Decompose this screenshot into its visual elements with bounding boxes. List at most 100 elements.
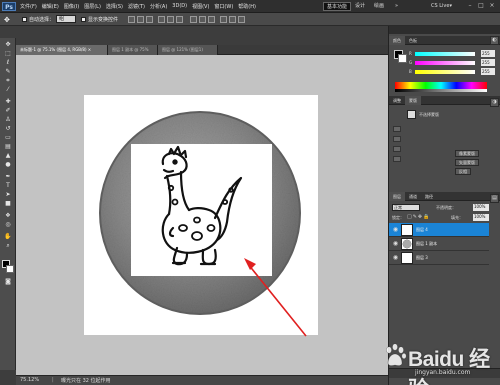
menu-item[interactable]: 文件(F)	[20, 3, 37, 10]
dock-color-icon[interactable]: ◐	[490, 36, 499, 45]
auto-select-checkbox[interactable]	[22, 17, 27, 22]
distribute-left-icon[interactable]	[220, 16, 227, 23]
tab-paths[interactable]: 路径	[421, 194, 437, 199]
tab-channels[interactable]: 通道	[405, 194, 421, 199]
menu-item[interactable]: 视图(V)	[192, 3, 209, 10]
distribute-bottom-icon[interactable]	[208, 16, 215, 23]
tab-layers[interactable]: 图层	[389, 192, 405, 201]
color-bg-swatch[interactable]	[398, 54, 407, 63]
vector-mask-icon[interactable]	[393, 136, 401, 142]
tab-document-2[interactable]: 图层 1 副本 @ 75%	[108, 45, 158, 55]
tab-color[interactable]: 颜色	[389, 36, 405, 45]
menu-item[interactable]: 3D(D)	[172, 3, 187, 10]
distribute-right-icon[interactable]	[238, 16, 245, 23]
type-tool-icon[interactable]: T	[4, 182, 12, 189]
lasso-tool-icon[interactable]: ℓ	[4, 59, 12, 66]
align-bottom-icon[interactable]	[146, 16, 153, 23]
auto-select-dropdown[interactable]: 组	[56, 15, 76, 23]
tab-document-3[interactable]: 图层 @ 121% (图层1)	[158, 45, 218, 55]
invert-button[interactable]: 反相	[455, 168, 471, 175]
shape-tool-icon[interactable]: ■	[4, 200, 12, 207]
history-brush-tool-icon[interactable]: ↺	[4, 125, 12, 132]
eye-icon[interactable]: ◉	[392, 254, 399, 261]
menu-item[interactable]: 滤镜(T)	[128, 3, 145, 10]
menu-item[interactable]: 窗口(W)	[214, 3, 233, 10]
move-tool-icon[interactable]: ✥	[4, 16, 13, 24]
dock-layers-icon[interactable]: ▤	[490, 194, 499, 203]
background-color-swatch[interactable]	[6, 265, 14, 273]
hand-tool-icon[interactable]: ✋	[4, 233, 12, 240]
pixel-mask-icon[interactable]	[393, 126, 401, 132]
healing-brush-tool-icon[interactable]: ✚	[4, 98, 12, 105]
menu-item[interactable]: 帮助(H)	[238, 3, 256, 10]
menu-item[interactable]: 编辑(E)	[42, 3, 59, 10]
layer-row[interactable]: ◉ 图层 1 副本	[389, 237, 489, 251]
blur-tool-icon[interactable]: ▲	[4, 152, 12, 159]
tab-swatches[interactable]: 色板	[405, 38, 421, 43]
3d-orbit-tool-icon[interactable]: ◎	[4, 221, 12, 228]
grayscale-ramp[interactable]	[395, 89, 487, 92]
move-tool-icon[interactable]: ✥	[4, 41, 12, 48]
workspace-painting-button[interactable]: 绘画	[371, 2, 387, 11]
menu-item[interactable]: 图层(L)	[84, 3, 101, 10]
feather-icon[interactable]	[393, 156, 401, 162]
eraser-tool-icon[interactable]: ▭	[4, 134, 12, 141]
clone-stamp-tool-icon[interactable]: ♙	[4, 116, 12, 123]
dodge-tool-icon[interactable]: ●	[4, 161, 12, 168]
align-hcenter-icon[interactable]	[167, 16, 174, 23]
maximize-icon[interactable]: □	[477, 2, 485, 10]
quick-select-tool-icon[interactable]: ✎	[4, 68, 12, 75]
distribute-center-icon[interactable]	[199, 16, 206, 23]
3d-rotate-tool-icon[interactable]: ❖	[4, 212, 12, 219]
pen-tool-icon[interactable]: ✒	[4, 173, 12, 180]
marquee-tool-icon[interactable]: ⬚	[4, 50, 12, 57]
gradient-tool-icon[interactable]: ▤	[4, 143, 12, 150]
align-top-icon[interactable]	[128, 16, 135, 23]
opacity-input[interactable]: 100%	[473, 204, 489, 211]
brush-tool-icon[interactable]: ✐	[4, 107, 12, 114]
distribute-hcenter-icon[interactable]	[229, 16, 236, 23]
align-left-icon[interactable]	[158, 16, 165, 23]
status-zoom[interactable]: 75.12%	[20, 377, 39, 383]
slider-b-value[interactable]: 255	[481, 68, 495, 75]
dock-adjust-icon[interactable]: ◑	[490, 98, 499, 107]
photoshop-logo-icon: Ps	[2, 2, 16, 11]
fill-input[interactable]: 100%	[473, 214, 489, 221]
path-select-tool-icon[interactable]: ➤	[4, 191, 12, 198]
color-spectrum-bar[interactable]	[395, 82, 487, 89]
tab-masks[interactable]: 蒙版	[405, 96, 421, 105]
distribute-top-icon[interactable]	[190, 16, 197, 23]
align-vcenter-icon[interactable]	[137, 16, 144, 23]
vector-mask-button[interactable]: 矢量蒙版	[455, 159, 479, 166]
pixel-mask-button[interactable]: 像素蒙版	[455, 150, 479, 157]
align-right-icon[interactable]	[176, 16, 183, 23]
tab-adjustments[interactable]: 调整	[389, 98, 405, 103]
slider-b-track[interactable]	[415, 70, 475, 74]
workspace-essentials-button[interactable]: 基本功能	[323, 2, 352, 11]
zoom-tool-icon[interactable]: ⌕	[4, 242, 12, 249]
menu-item[interactable]: 选择(S)	[106, 3, 123, 10]
menu-item[interactable]: 分析(A)	[150, 3, 167, 10]
eyedropper-tool-icon[interactable]: ⁄	[4, 86, 12, 93]
blend-mode-dropdown[interactable]: 正常	[392, 204, 420, 211]
crop-tool-icon[interactable]: ⌗	[4, 77, 12, 84]
layer-row[interactable]: ◉ 图层 4	[389, 223, 489, 237]
lock-icons[interactable]: □✎✥🔒	[407, 214, 437, 220]
tab-document-1[interactable]: 未标题-1 @ 75.1% (图层 4, RGB/8) ×	[16, 45, 108, 55]
show-transform-checkbox[interactable]	[81, 17, 86, 22]
eye-icon[interactable]: ◉	[392, 226, 399, 233]
workspace-design-button[interactable]: 设计	[352, 2, 368, 11]
slider-r-track[interactable]	[415, 52, 475, 56]
density-icon[interactable]	[393, 146, 401, 152]
minimize-icon[interactable]: –	[466, 2, 474, 10]
quick-mask-icon[interactable]: ◙	[4, 278, 12, 285]
slider-g-track[interactable]	[415, 61, 475, 65]
eye-icon[interactable]: ◉	[392, 240, 399, 247]
close-icon[interactable]: ×	[488, 2, 496, 10]
slider-g-value[interactable]: 255	[481, 59, 495, 66]
layer-row[interactable]: ◉ 图层 3	[389, 251, 489, 265]
slider-r-value[interactable]: 255	[481, 50, 495, 57]
workspace-more-button[interactable]: »	[392, 2, 401, 11]
menu-item[interactable]: 图像(I)	[64, 3, 79, 10]
cs-live-button[interactable]: CS Live▾	[428, 2, 455, 11]
